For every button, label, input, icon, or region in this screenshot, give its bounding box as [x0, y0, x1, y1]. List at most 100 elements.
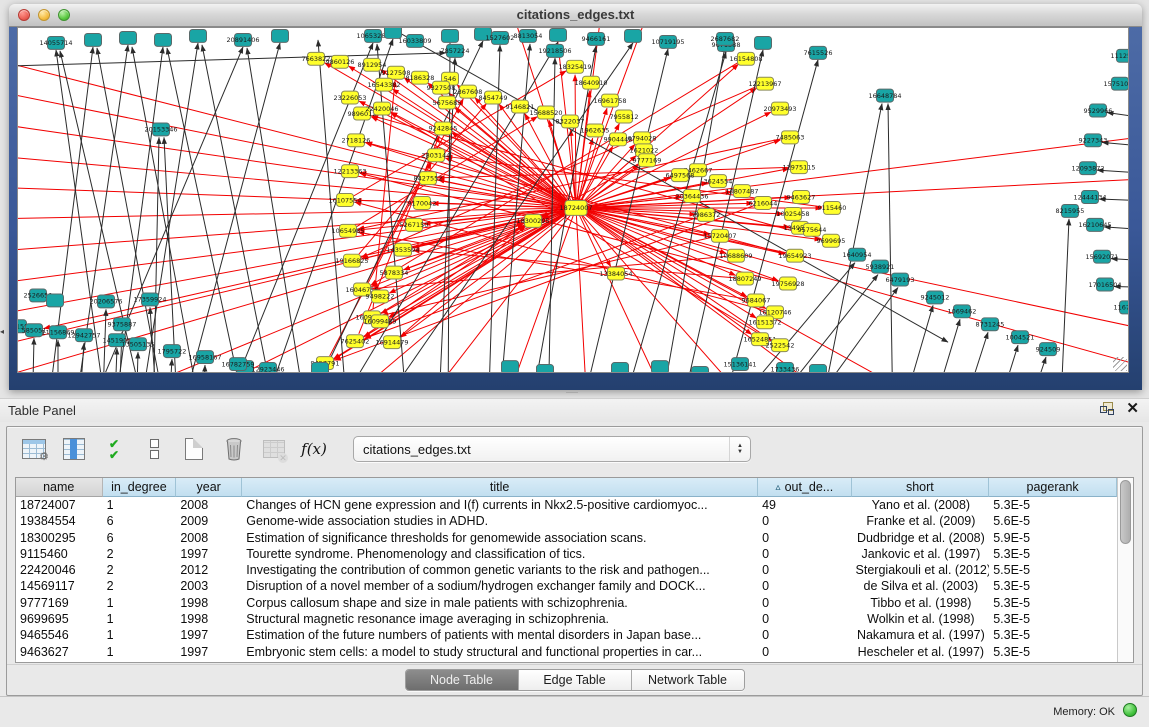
- window-titlebar[interactable]: citations_edges.txt: [9, 4, 1142, 27]
- graph-node[interactable]: 12213363: [333, 165, 366, 178]
- graph-node[interactable]: 1795722: [158, 345, 187, 358]
- column-header-title[interactable]: title: [242, 478, 758, 497]
- splitter-collapse-arrow[interactable]: ◂: [0, 327, 4, 336]
- graph-node[interactable]: 19166825: [335, 254, 368, 267]
- function-builder-button[interactable]: f(x): [299, 433, 329, 465]
- graph-node[interactable]: 15136141: [723, 358, 756, 371]
- graph-node[interactable]: 1004521: [1006, 331, 1035, 344]
- select-all-button[interactable]: ✔✔: [99, 433, 129, 465]
- memory-status-indicator[interactable]: [1123, 703, 1137, 717]
- column-header-out_de[interactable]: ▵out_de...: [758, 478, 851, 497]
- graph-node[interactable]: 9170042: [408, 197, 437, 210]
- graph-node[interactable]: [550, 28, 567, 41]
- graph-node[interactable]: 18325419: [558, 60, 591, 73]
- graph-node[interactable]: 10688609: [719, 249, 752, 262]
- graph-node[interactable]: 12942757: [67, 329, 100, 342]
- table-row[interactable]: 1872400712008Changes of HCN gene express…: [16, 497, 1117, 513]
- graph-node[interactable]: 8731245: [976, 318, 1005, 331]
- tab-node-table[interactable]: Node Table: [406, 670, 519, 690]
- graph-node[interactable]: [272, 29, 289, 42]
- graph-node[interactable]: 12444134: [1073, 191, 1106, 204]
- graph-node[interactable]: 8813054: [514, 29, 543, 42]
- graph-node[interactable]: 6497568: [666, 169, 695, 182]
- graph-node[interactable]: 16543382: [367, 78, 400, 91]
- graph-node[interactable]: 15751074: [1103, 77, 1128, 90]
- table-selector-dropdown[interactable]: citations_edges.txt ▲▼: [353, 436, 751, 462]
- graph-node[interactable]: 5267150: [400, 218, 429, 231]
- column-header-year[interactable]: year: [176, 478, 242, 497]
- graph-node[interactable]: 3624554: [704, 175, 733, 188]
- graph-node[interactable]: 9115460: [818, 201, 847, 214]
- graph-node[interactable]: 20891406: [226, 33, 259, 46]
- graph-node[interactable]: [612, 363, 629, 372]
- table-row[interactable]: 911546021997Tourette syndrome. Phenomeno…: [16, 546, 1117, 562]
- column-header-name[interactable]: name: [16, 478, 103, 497]
- float-window-icon[interactable]: [1100, 402, 1114, 415]
- column-select-button[interactable]: [59, 433, 89, 465]
- graph-node[interactable]: 9498222: [366, 290, 395, 303]
- graph-node[interactable]: 8215955: [1056, 204, 1085, 217]
- graph-node[interactable]: [755, 36, 772, 49]
- graph-node[interactable]: 16210645: [1078, 218, 1111, 231]
- graph-node[interactable]: [810, 365, 827, 372]
- graph-node[interactable]: [502, 361, 519, 372]
- table-row[interactable]: 1456911722003Disruption of a novel membe…: [16, 578, 1117, 594]
- graph-node[interactable]: 16914479: [375, 336, 408, 349]
- graph-node[interactable]: 16958167: [188, 351, 221, 364]
- graph-node[interactable]: 7625402: [341, 335, 370, 348]
- graph-node[interactable]: 9327508: [427, 81, 456, 94]
- graph-node[interactable]: [537, 365, 554, 372]
- graph-node[interactable]: 7857224: [441, 44, 470, 57]
- table-row[interactable]: 969969511998Structural magnetic resonanc…: [16, 611, 1117, 627]
- graph-node[interactable]: [442, 29, 459, 42]
- graph-node[interactable]: 924509: [1036, 343, 1061, 356]
- graph-node[interactable]: 9227343: [1079, 134, 1108, 147]
- graph-node[interactable]: 9529966: [1084, 104, 1113, 117]
- scrollbar-thumb[interactable]: [1120, 480, 1131, 544]
- graph-node[interactable]: 9463627: [787, 191, 816, 204]
- graph-node[interactable]: 15692071: [1085, 250, 1118, 263]
- graph-node[interactable]: 16099489: [363, 315, 396, 328]
- graph-node[interactable]: 1640954: [843, 248, 872, 261]
- graph-node[interactable]: 1112584: [1111, 49, 1128, 62]
- graph-node[interactable]: 10025458: [776, 207, 809, 220]
- graph-node[interactable]: [85, 33, 102, 46]
- table-row[interactable]: 977716911998Corpus callosum shape and si…: [16, 595, 1117, 611]
- graph-node[interactable]: 16648784: [868, 89, 901, 102]
- table-row[interactable]: 946362711997Embryonic stem cells: a mode…: [16, 644, 1117, 660]
- delete-column-button[interactable]: [219, 433, 249, 465]
- graph-node[interactable]: 9245012: [921, 291, 950, 304]
- table-row[interactable]: 1938455462009Genome-wide association stu…: [16, 513, 1117, 529]
- close-icon[interactable]: ✕: [1126, 402, 1139, 415]
- graph-node[interactable]: 16154808: [729, 52, 762, 65]
- graph-node[interactable]: 7485063: [776, 131, 805, 144]
- graph-node[interactable]: 16033809: [398, 34, 431, 47]
- column-header-in_degree[interactable]: in_degree: [103, 478, 177, 497]
- column-header-short[interactable]: short: [852, 478, 990, 497]
- graph-node[interactable]: 2522542: [766, 339, 795, 352]
- graph-node[interactable]: 1733436: [771, 363, 800, 372]
- graph-node[interactable]: 16961758: [593, 94, 626, 107]
- network-canvas[interactable]: 1872400723226053891295491275081654338281…: [17, 27, 1129, 373]
- graph-node[interactable]: 10719195: [651, 35, 684, 48]
- graph-node[interactable]: 10654985: [331, 224, 364, 237]
- table-row[interactable]: 2242004622012Investigating the contribut…: [16, 562, 1117, 578]
- graph-node[interactable]: 8454749: [479, 91, 508, 104]
- graph-node[interactable]: 17359924: [133, 293, 166, 306]
- graph-node[interactable]: [120, 31, 137, 44]
- graph-node[interactable]: 20206576: [89, 295, 122, 308]
- graph-node[interactable]: 13384054: [599, 267, 632, 280]
- graph-node[interactable]: 6479193: [886, 273, 915, 286]
- graph-node[interactable]: 1069462: [948, 305, 977, 318]
- graph-node[interactable]: 7615526: [804, 46, 833, 59]
- graph-node[interactable]: 9699695: [817, 234, 846, 247]
- graph-node[interactable]: 2718126: [342, 134, 371, 147]
- graph-node[interactable]: 17016504: [1088, 278, 1121, 291]
- table-scrollbar[interactable]: [1117, 478, 1133, 662]
- column-header-pagerank[interactable]: pagerank: [989, 478, 1117, 497]
- graph-node[interactable]: 9375887: [108, 318, 137, 331]
- graph-node[interactable]: 19654923: [778, 249, 811, 262]
- graph-node[interactable]: [692, 367, 709, 372]
- tab-edge-table[interactable]: Edge Table: [519, 670, 632, 690]
- graph-node[interactable]: 12093872: [1071, 162, 1104, 175]
